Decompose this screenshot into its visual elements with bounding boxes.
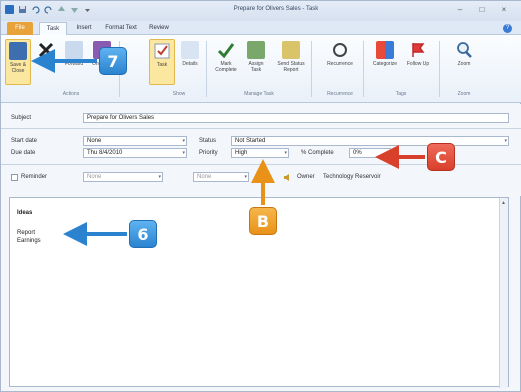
quick-access-toolbar	[5, 5, 92, 14]
undo-icon[interactable]	[31, 5, 40, 14]
details-button[interactable]: Details	[177, 39, 203, 85]
status-report-icon	[282, 41, 300, 59]
tab-file[interactable]: File	[7, 22, 33, 35]
start-date-field[interactable]: None ▾	[83, 136, 187, 146]
help-icon[interactable]: ?	[503, 24, 512, 33]
details-icon	[181, 41, 199, 59]
tab-review[interactable]: Review	[145, 22, 173, 35]
note-line: Ideas	[17, 210, 33, 216]
due-date-field[interactable]: Thu 8/4/2010 ▾	[83, 148, 187, 158]
note-line: Earnings	[17, 238, 41, 244]
mark-complete-button[interactable]: Mark Complete	[213, 39, 239, 85]
flag-icon	[409, 41, 427, 59]
priority-value: High	[235, 150, 248, 156]
status-value: Not Started	[235, 138, 266, 144]
chevron-down-icon: ▾	[504, 138, 507, 144]
reminder-label: Reminder	[21, 174, 48, 180]
chevron-down-icon: ▾	[284, 150, 287, 156]
chevron-down-icon: ▾	[158, 174, 161, 180]
reminder-time-value: None	[197, 174, 212, 180]
divider	[1, 128, 521, 129]
assign-task-icon	[247, 41, 265, 59]
outlook-icon[interactable]	[5, 5, 14, 14]
save-icon[interactable]	[18, 5, 27, 14]
assign-task-button[interactable]: Assign Task	[243, 39, 269, 85]
close-icon[interactable]: ×	[498, 4, 510, 15]
reminder-date-field: None ▾	[83, 172, 163, 182]
scroll-up-icon[interactable]: ▲	[500, 200, 507, 207]
up-arrow-icon[interactable]	[57, 5, 66, 14]
task-window: Prepare for Olivers Sales - Task – □ × F…	[0, 0, 521, 392]
checkmark-icon	[217, 41, 235, 59]
recurrence-button[interactable]: Recurrence	[323, 39, 357, 85]
recurrence-icon	[331, 41, 349, 59]
callout-badge-seven: 7	[99, 47, 127, 75]
due-date-label: Due date	[11, 150, 36, 156]
owner-label: Owner	[297, 174, 315, 180]
minimize-icon[interactable]: –	[454, 4, 466, 15]
group-separator	[439, 41, 440, 97]
tab-format-text[interactable]: Format Text	[101, 22, 141, 35]
tab-task[interactable]: Task	[39, 22, 67, 35]
group-label-actions: Actions	[62, 91, 80, 97]
redo-icon[interactable]	[44, 5, 53, 14]
reminder-time-field: None ▾	[193, 172, 249, 182]
priority-select[interactable]: High ▾	[231, 148, 289, 158]
priority-label: Priority	[199, 150, 218, 156]
send-status-report-button[interactable]: Send Status Report	[275, 39, 307, 85]
customize-qat-icon[interactable]	[83, 5, 92, 14]
zoom-button[interactable]: Zoom	[451, 39, 477, 85]
follow-up-button[interactable]: Follow Up	[405, 39, 431, 85]
ribbon-tab-bar: File Task Insert Format Text Review ?	[1, 21, 521, 35]
vertical-scrollbar[interactable]: ▲	[499, 198, 508, 388]
window-title: Prepare for Olivers Sales - Task	[233, 6, 319, 12]
chevron-down-icon: ▾	[182, 150, 185, 156]
callout-badge-six: 6	[129, 220, 157, 248]
chevron-down-icon: ▾	[244, 174, 247, 180]
forward-button[interactable]: Forward	[61, 39, 87, 85]
task-view-button[interactable]: Task	[149, 39, 175, 85]
callout-badge-b: B	[249, 207, 277, 235]
callout-badge-c: C	[427, 143, 455, 171]
window-controls: – □ ×	[454, 4, 510, 15]
group-label-zoom: Zoom	[457, 91, 471, 97]
status-select[interactable]: Not Started ▾	[231, 136, 509, 146]
task-view-icon	[153, 42, 171, 60]
categorize-button[interactable]: Categorize	[369, 39, 401, 85]
subject-label: Subject	[11, 115, 32, 121]
reminder-checkbox[interactable]	[11, 174, 18, 181]
reminder-date-value: None	[87, 174, 102, 180]
delete-icon	[37, 41, 55, 59]
zoom-icon	[455, 41, 473, 59]
owner-value: Technology Reservoir	[323, 174, 381, 180]
ribbon: Save & Close Delete Forward OneNote Acti…	[1, 35, 521, 103]
chevron-down-icon: ▾	[182, 138, 185, 144]
forward-icon	[65, 41, 83, 59]
due-date-value: Thu 8/4/2010	[87, 150, 123, 156]
group-label-manage-task: Manage Task	[244, 91, 274, 97]
note-line: Report	[17, 230, 36, 236]
group-separator	[311, 41, 312, 97]
group-label-tags: Tags	[395, 91, 407, 97]
group-separator	[206, 41, 207, 97]
tab-insert[interactable]: Insert	[71, 22, 97, 35]
group-label-show: Show	[172, 91, 186, 97]
title-bar: Prepare for Olivers Sales - Task – □ ×	[1, 1, 521, 21]
start-date-label: Start date	[11, 138, 38, 144]
percent-complete-input[interactable]: 0%	[349, 148, 391, 158]
down-arrow-icon[interactable]	[70, 5, 79, 14]
maximize-icon[interactable]: □	[476, 4, 488, 15]
group-separator	[363, 41, 364, 97]
start-date-value: None	[87, 138, 102, 144]
group-label-recurrence: Recurrence	[327, 91, 353, 97]
sound-icon[interactable]	[283, 173, 292, 184]
save-close-icon	[9, 42, 27, 60]
categorize-icon	[376, 41, 394, 59]
subject-input[interactable]: Prepare for Olivers Sales	[83, 113, 509, 123]
save-and-close-button[interactable]: Save & Close	[5, 39, 31, 85]
delete-button[interactable]: Delete	[33, 39, 59, 85]
status-label: Status	[199, 138, 217, 144]
percent-complete-label: % Complete	[301, 150, 334, 156]
